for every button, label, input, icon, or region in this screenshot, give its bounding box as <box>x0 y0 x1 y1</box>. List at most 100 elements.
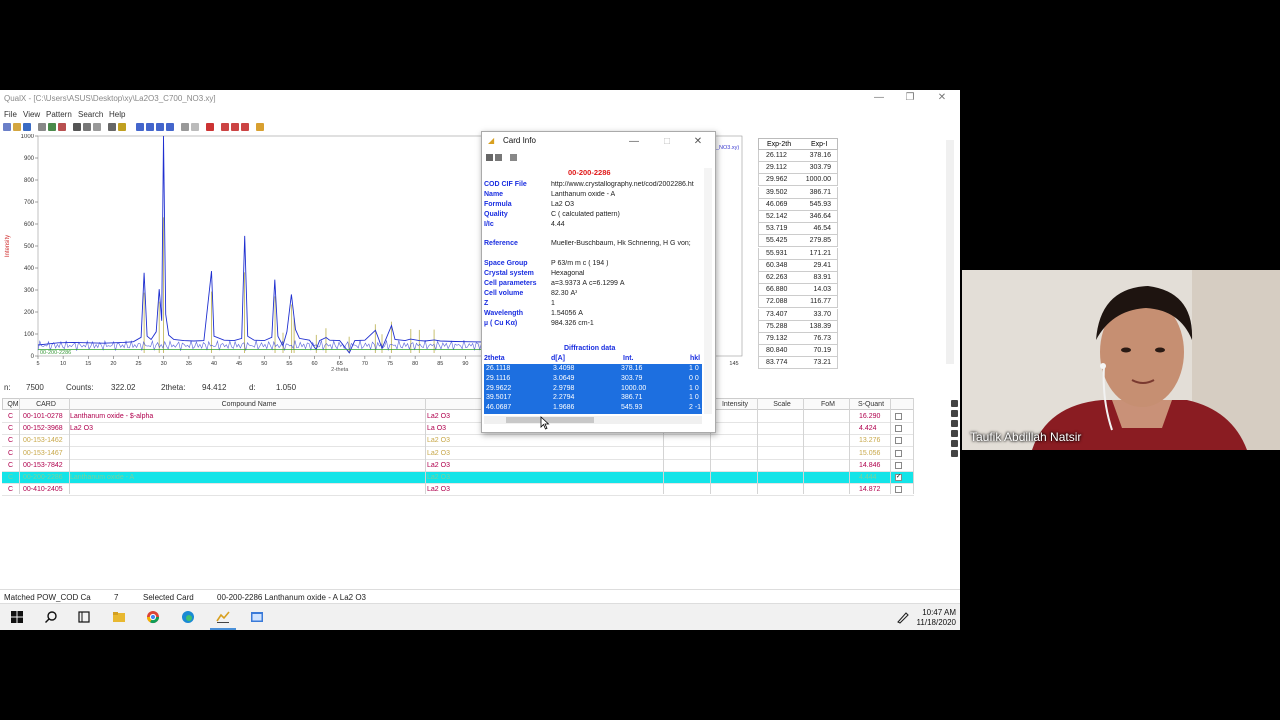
col-squant[interactable]: S-Quant <box>851 401 891 408</box>
col-intensity[interactable]: Intensity <box>711 401 759 408</box>
pan-icon[interactable] <box>93 123 101 131</box>
exp-row[interactable]: 55.931 171.21 <box>758 247 838 260</box>
col-card[interactable]: CARD <box>21 401 71 408</box>
search-icon[interactable] <box>48 123 56 131</box>
print-icon[interactable] <box>38 123 46 131</box>
warning-icon[interactable] <box>256 123 264 131</box>
windows-start-icon[interactable] <box>10 610 24 624</box>
diffraction-row[interactable]: 39.5017 2.2794 386.71 1 0 <box>484 393 702 403</box>
pin-icon[interactable] <box>951 400 958 407</box>
diffraction-row[interactable]: 46.0687 1.9686 545.93 2 -1 <box>484 403 702 413</box>
next-icon[interactable] <box>166 123 174 131</box>
exp-row[interactable]: 46.069 545.93 <box>758 198 838 211</box>
diffraction-table[interactable]: 26.1118 3.4098 378.16 1 0 29.1116 3.0649 303.7… <box>484 364 702 414</box>
list-icon[interactable] <box>951 430 958 437</box>
menu-search[interactable]: Search <box>78 110 103 119</box>
exp-row[interactable]: 62.263 83.91 <box>758 272 838 284</box>
exp-row[interactable]: 29.962 1000.00 <box>758 174 838 187</box>
exp-row[interactable]: 39.502 386.71 <box>758 186 838 199</box>
row-checkbox[interactable] <box>895 437 902 445</box>
exp-row[interactable]: 79.132 76.73 <box>758 333 838 345</box>
row-checkbox[interactable] <box>895 486 902 494</box>
dialog-vscroll[interactable] <box>704 168 712 414</box>
qualx-app-icon[interactable] <box>216 610 230 624</box>
search-icon[interactable] <box>44 610 58 624</box>
chrome-icon[interactable] <box>146 610 160 624</box>
card-field-value[interactable]: http://www.crystallography.net/cod/20022… <box>551 181 694 188</box>
table-row[interactable]: C 00-410-2405 La2 O3 14.872 <box>2 484 914 497</box>
menu-pattern[interactable]: Pattern <box>46 110 72 119</box>
col-compound[interactable]: Compound Name <box>71 401 427 408</box>
exp-row[interactable]: 75.288 138.39 <box>758 320 838 333</box>
exp-i-header[interactable]: Exp-I <box>811 141 827 148</box>
pointer-icon[interactable] <box>73 123 81 131</box>
menu-view[interactable]: View <box>23 110 40 119</box>
print-icon[interactable] <box>486 154 493 161</box>
table-row[interactable]: C 00-200-2286 Lanthanum oxide - A La2 O3 4.4… <box>2 472 914 484</box>
table-row[interactable]: C 00-101-0278 Lanthanum oxide - $-alpha La2… <box>2 411 914 423</box>
search-icon[interactable] <box>495 154 502 161</box>
copy-icon[interactable] <box>510 154 517 161</box>
triangle-icon[interactable] <box>206 123 214 131</box>
marker3-icon[interactable] <box>241 123 249 131</box>
redo-icon[interactable] <box>191 123 199 131</box>
copy-icon[interactable] <box>951 440 958 447</box>
hscroll-thumb[interactable] <box>506 417 594 423</box>
new-icon[interactable] <box>3 123 11 131</box>
col-fom[interactable]: FoM <box>805 401 851 408</box>
exp-row[interactable]: 83.774 73.21 <box>758 357 838 370</box>
row-checkbox[interactable] <box>895 449 902 457</box>
prev-icon[interactable] <box>156 123 164 131</box>
diffraction-row[interactable]: 29.1116 3.0649 303.79 0 0 <box>484 374 702 384</box>
exp-scrollbar[interactable] <box>946 140 954 364</box>
left-arrow-icon[interactable] <box>136 123 144 131</box>
up-arrow-icon[interactable] <box>146 123 154 131</box>
exp-row[interactable]: 72.088 116.77 <box>758 296 838 309</box>
exp-row[interactable]: 73.407 33.70 <box>758 308 838 321</box>
exp-row[interactable]: 29.112 303.79 <box>758 162 838 175</box>
marker2-icon[interactable] <box>231 123 239 131</box>
window-app-icon[interactable] <box>250 610 264 624</box>
diffraction-row[interactable]: 29.9622 2.9798 1000.00 1 0 <box>484 384 702 394</box>
exp-row[interactable]: 80.840 70.19 <box>758 345 838 358</box>
table-row[interactable]: C 00-153-1467 La2 O3 15.056 <box>2 448 914 460</box>
exp-row[interactable]: 66.880 14.03 <box>758 284 838 297</box>
exp-2th-header[interactable]: Exp-2th <box>767 141 791 148</box>
marker-icon[interactable] <box>221 123 229 131</box>
row-checkbox[interactable] <box>895 425 902 433</box>
pen-icon[interactable] <box>896 610 910 624</box>
maximize-icon[interactable]: □ <box>658 136 676 147</box>
diffraction-row[interactable]: 52.14171.7527346.641 0 <box>484 413 702 414</box>
exp-row[interactable]: 53.719 46.54 <box>758 223 838 236</box>
system-clock[interactable]: 10:47 AM 11/18/2020 <box>917 608 956 628</box>
check-icon[interactable] <box>951 410 958 417</box>
dialog-hscroll[interactable] <box>484 416 702 424</box>
minimize-icon[interactable]: — <box>625 136 643 147</box>
table-row[interactable]: C 00-153-7842 La2 O3 14.846 <box>2 460 914 472</box>
edge-icon[interactable] <box>181 610 195 624</box>
exp-row[interactable]: 26.112 378.16 <box>758 150 838 162</box>
table-row[interactable]: C 00-153-1462 La2 O3 13.276 <box>2 435 914 448</box>
export-icon[interactable] <box>951 450 958 457</box>
restore-icon[interactable]: ❐ <box>901 92 919 103</box>
background-icon[interactable] <box>118 123 126 131</box>
row-checkbox[interactable]: ✓ <box>895 474 902 481</box>
open-icon[interactable] <box>13 123 21 131</box>
file-explorer-icon[interactable] <box>112 610 126 624</box>
col-scale[interactable]: Scale <box>759 401 805 408</box>
exp-row[interactable]: 52.142 346.64 <box>758 211 838 223</box>
table-row[interactable]: C 00-152-3968 La2 O3 La O3 4.424 <box>2 423 914 436</box>
edit-icon[interactable] <box>951 420 958 427</box>
filter-icon[interactable] <box>58 123 66 131</box>
menu-help[interactable]: Help <box>109 110 125 119</box>
close-icon[interactable]: ✕ <box>933 92 951 103</box>
task-view-icon[interactable] <box>77 610 91 624</box>
exp-row[interactable]: 60.348 29.41 <box>758 259 838 272</box>
save-icon[interactable] <box>23 123 31 131</box>
minimize-icon[interactable]: — <box>870 92 888 103</box>
row-checkbox[interactable] <box>895 461 902 469</box>
peak-icon[interactable] <box>108 123 116 131</box>
diffraction-row[interactable]: 26.1118 3.4098 378.16 1 0 <box>484 364 702 374</box>
undo-icon[interactable] <box>181 123 189 131</box>
exp-row[interactable]: 55.425 279.85 <box>758 235 838 248</box>
